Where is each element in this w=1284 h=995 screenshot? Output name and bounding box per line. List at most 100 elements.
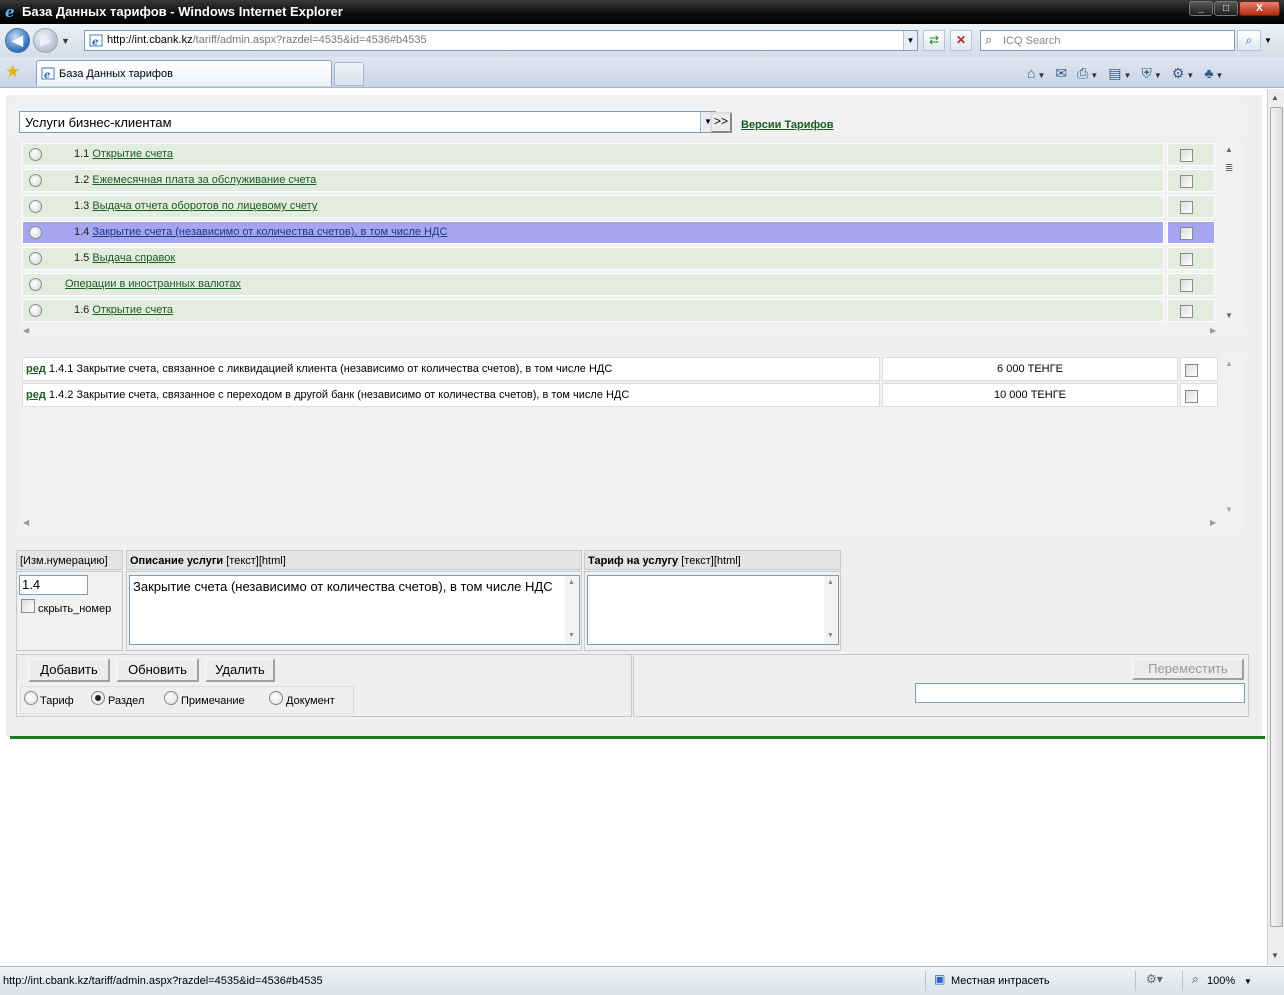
section-link[interactable]: Открытие счета bbox=[92, 304, 173, 316]
feeds-icon[interactable]: ✉ bbox=[1052, 65, 1070, 82]
scroll-right-icon[interactable]: ▶ bbox=[1210, 518, 1216, 527]
protected-mode-icon[interactable]: ⚙▾ bbox=[1146, 972, 1163, 986]
safety-icon[interactable]: ⛨ ▼ bbox=[1138, 65, 1164, 82]
scrollbar-thumb[interactable] bbox=[1270, 107, 1283, 927]
tariffs-vertical-scrollbar[interactable]: ▲ ▼ bbox=[1221, 357, 1237, 517]
textarea-scrollbar[interactable]: ▲ ▼ bbox=[565, 576, 579, 644]
row-radio[interactable] bbox=[29, 148, 42, 161]
sections-horizontal-scrollbar[interactable]: ◀ ▶ bbox=[20, 325, 1221, 333]
description-format-links[interactable]: [текст][html] bbox=[223, 555, 286, 567]
delete-button[interactable]: Удалить bbox=[205, 658, 275, 682]
tariff-textarea[interactable]: ▲ ▼ bbox=[587, 575, 839, 645]
add-button[interactable]: Добавить bbox=[28, 658, 110, 682]
row-radio[interactable] bbox=[29, 200, 42, 213]
tariff-checkbox[interactable] bbox=[1185, 364, 1198, 377]
scroll-down-icon[interactable]: ▼ bbox=[1225, 311, 1233, 320]
type-radio-section[interactable] bbox=[91, 691, 105, 705]
row-radio[interactable] bbox=[29, 226, 42, 239]
zoom-chevron-down-icon[interactable]: ▼ bbox=[1244, 977, 1252, 986]
section-row-1-5[interactable]: 1.5 Выдача справок bbox=[22, 247, 1164, 270]
number-input[interactable]: 1.4 bbox=[19, 575, 88, 595]
section-row-1-3[interactable]: 1.3 Выдача отчета оборотов по лицевому с… bbox=[22, 195, 1164, 218]
row-checkbox[interactable] bbox=[1180, 279, 1193, 292]
row-checkbox[interactable] bbox=[1180, 175, 1193, 188]
section-row-1-1[interactable]: 1.1 Открытие счета bbox=[22, 143, 1164, 166]
go-button[interactable]: >> bbox=[710, 112, 732, 133]
home-icon[interactable]: ⌂ ▼ bbox=[1024, 65, 1048, 81]
edit-link[interactable]: ред bbox=[26, 389, 46, 401]
maximize-button[interactable]: □ bbox=[1214, 1, 1238, 16]
minimize-button[interactable]: _ bbox=[1189, 1, 1213, 16]
refresh-icon[interactable]: ⇄ bbox=[923, 30, 945, 51]
sections-list[interactable]: 1.1 Открытие счета 1.2 Ежемесячная плата… bbox=[20, 143, 1244, 333]
row-checkbox[interactable] bbox=[1180, 305, 1193, 318]
edit-link[interactable]: ред bbox=[26, 363, 46, 375]
move-button[interactable]: Переместить bbox=[1132, 658, 1244, 680]
type-radio-document[interactable] bbox=[269, 691, 283, 705]
search-options-chevron-down-icon[interactable]: ▼ bbox=[1264, 36, 1272, 45]
section-link[interactable]: Закрытие счета (независимо от количества… bbox=[92, 226, 447, 238]
favorites-star-icon[interactable]: ★ bbox=[5, 62, 20, 82]
tariffs-horizontal-scrollbar[interactable]: ◀ ▶ bbox=[20, 517, 1221, 531]
search-input[interactable]: ⌕ ICQ Search bbox=[980, 30, 1235, 51]
section-link[interactable]: Ежемесячная плата за обслуживание счета bbox=[92, 174, 316, 186]
zoom-level[interactable]: 100% bbox=[1207, 975, 1235, 987]
scroll-down-icon[interactable]: ▼ bbox=[1271, 951, 1279, 960]
zoom-icon[interactable]: ⌕ bbox=[1192, 972, 1199, 987]
section-link[interactable]: Операции в иностранных валютах bbox=[65, 278, 241, 290]
hide-number-checkbox[interactable] bbox=[21, 599, 35, 613]
category-select[interactable]: Услуги бизнес-клиентам ▼ bbox=[19, 111, 716, 133]
scroll-left-icon[interactable]: ◀ bbox=[23, 518, 29, 527]
new-tab-button[interactable] bbox=[334, 62, 364, 86]
section-link[interactable]: Выдача справок bbox=[92, 252, 175, 264]
row-radio[interactable] bbox=[29, 304, 42, 317]
stop-icon[interactable]: ✕ bbox=[950, 30, 972, 51]
section-row-1-4-selected[interactable]: 1.4 Закрытие счета (независимо от количе… bbox=[22, 221, 1164, 244]
scroll-up-icon[interactable]: ▲ bbox=[1225, 145, 1233, 154]
tariff-checkbox[interactable] bbox=[1185, 390, 1198, 403]
recent-pages-chevron-down-icon[interactable]: ▼ bbox=[61, 36, 70, 46]
security-zone[interactable]: Местная интрасеть bbox=[951, 975, 1050, 987]
move-target-input[interactable] bbox=[915, 683, 1245, 703]
forward-icon[interactable]: ▶ bbox=[33, 28, 58, 53]
section-link[interactable]: Открытие счета bbox=[92, 148, 173, 160]
tariffs-list[interactable]: ред 1.4.1 Закрытие счета, связанное с ли… bbox=[20, 357, 1244, 531]
section-link[interactable]: Выдача отчета оборотов по лицевому счету bbox=[92, 200, 317, 212]
row-radio[interactable] bbox=[29, 174, 42, 187]
update-button[interactable]: Обновить bbox=[116, 658, 199, 682]
list-menu-icon[interactable]: ≣ bbox=[1225, 163, 1233, 174]
section-row-1-6[interactable]: 1.6 Открытие счета bbox=[22, 299, 1164, 322]
close-window-button[interactable]: X bbox=[1239, 1, 1280, 16]
scroll-right-icon[interactable]: ▶ bbox=[1210, 326, 1216, 333]
address-bar[interactable]: e http://int.cbank.kz/tariff/admin.aspx?… bbox=[84, 30, 918, 51]
type-radio-note[interactable] bbox=[164, 691, 178, 705]
research-icon[interactable]: ♣ ▼ bbox=[1201, 65, 1226, 81]
renumber-header[interactable]: [Изм.нумерацию] bbox=[16, 550, 123, 570]
row-checkbox[interactable] bbox=[1180, 227, 1193, 240]
page-vertical-scrollbar[interactable]: ▲ ▼ bbox=[1267, 89, 1284, 965]
textarea-scrollbar[interactable]: ▲ ▼ bbox=[824, 576, 838, 644]
scroll-up-icon[interactable]: ▲ bbox=[1271, 93, 1279, 102]
versions-link[interactable]: Версии Тарифов bbox=[741, 119, 834, 131]
type-radio-tariff[interactable] bbox=[24, 691, 38, 705]
tools-icon[interactable]: ⚙ ▼ bbox=[1169, 65, 1197, 82]
address-dropdown-icon[interactable]: ▼ bbox=[903, 31, 917, 50]
section-row-foreign-currency[interactable]: Операции в иностранных валютах bbox=[22, 273, 1164, 296]
scroll-up-icon[interactable]: ▲ bbox=[1225, 359, 1233, 368]
row-checkbox[interactable] bbox=[1180, 149, 1193, 162]
scroll-down-icon[interactable]: ▼ bbox=[1225, 505, 1233, 514]
row-checkbox[interactable] bbox=[1180, 201, 1193, 214]
scroll-left-icon[interactable]: ◀ bbox=[23, 326, 29, 333]
tariff-format-links[interactable]: [текст][html] bbox=[678, 555, 741, 567]
row-radio[interactable] bbox=[29, 252, 42, 265]
row-radio[interactable] bbox=[29, 278, 42, 291]
print-icon[interactable]: ⎙ ▼ bbox=[1074, 65, 1101, 82]
row-checkbox[interactable] bbox=[1180, 253, 1193, 266]
back-icon[interactable]: ◀ bbox=[5, 28, 30, 53]
description-textarea[interactable]: Закрытие счета (независимо от количества… bbox=[129, 575, 580, 645]
sections-vertical-scrollbar[interactable]: ▲ ≣ ▼ bbox=[1221, 143, 1237, 325]
page-menu-icon[interactable]: ▤ ▼ bbox=[1105, 65, 1134, 82]
search-go-icon[interactable]: ⌕ bbox=[1237, 30, 1261, 51]
tab-active[interactable]: e База Данных тарифов bbox=[36, 60, 332, 86]
section-row-1-2[interactable]: 1.2 Ежемесячная плата за обслуживание сч… bbox=[22, 169, 1164, 192]
